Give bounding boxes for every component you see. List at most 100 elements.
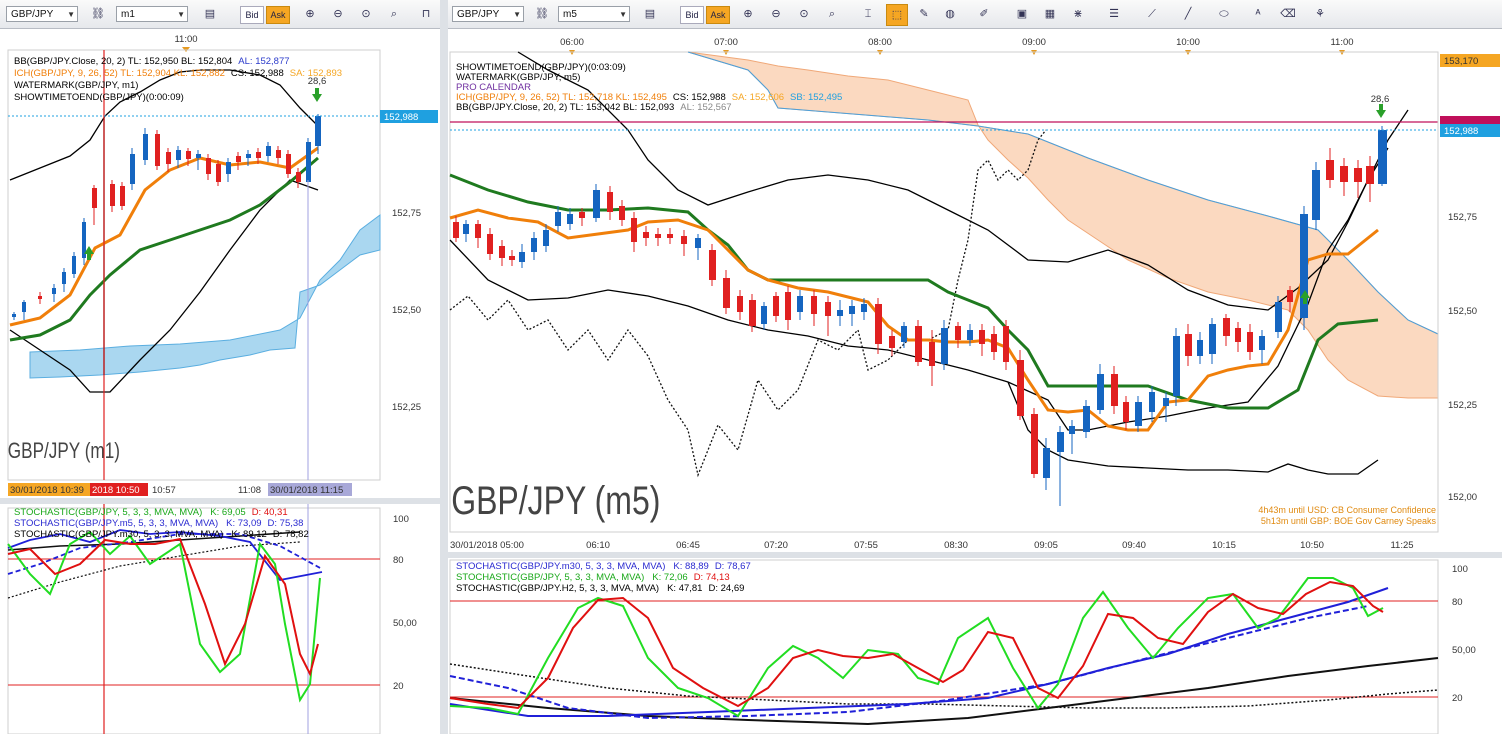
bid-button[interactable]: Bid xyxy=(240,6,264,24)
trendline-icon[interactable]: ⟋ xyxy=(1142,4,1162,24)
ellipse-icon[interactable]: ⬭ xyxy=(1214,4,1234,24)
price-axis-label: 152,25 xyxy=(1448,400,1477,411)
chart-type-icon[interactable]: ▤ xyxy=(200,4,220,24)
date-tag-label: 2018 10:50 xyxy=(92,485,140,496)
svg-text:09:00: 09:00 xyxy=(1022,37,1046,48)
arrow-label: 28,6 xyxy=(1371,94,1390,105)
svg-text:11:00: 11:00 xyxy=(1330,37,1353,48)
plot-frame xyxy=(7,49,381,481)
stoch-axis-label: 50,00 xyxy=(393,618,417,629)
watermark: GBP/JPY (m5) xyxy=(451,478,660,523)
m1-legend: BB(GBP/JPY.Close, 20, 2) TL: 152,950 BL:… xyxy=(14,56,342,103)
vertical-splitter[interactable] xyxy=(440,0,448,734)
zoom-out-icon[interactable]: ⊖ xyxy=(328,4,348,24)
zoom-fit-icon[interactable]: ⊙ xyxy=(356,4,376,24)
symbol-label: GBP/JPY xyxy=(457,9,500,20)
price-axis-label: 152,25 xyxy=(392,402,421,413)
price-axis-label: 152,00 xyxy=(1448,492,1477,503)
legend-bb: BB(GBP/JPY.Close, 20, 2) TL: 153,042 BL:… xyxy=(456,102,732,113)
stoch-legend-1: STOCHASTIC(GBP/JPY, 5, 3, 3, MVA, MVA) K:… xyxy=(14,507,288,518)
svg-text:06:00: 06:00 xyxy=(560,37,584,48)
ask-button[interactable]: Ask xyxy=(266,6,290,24)
lines-icon[interactable]: ☰ xyxy=(1104,4,1124,24)
timeframe-select[interactable]: m5 ▼ xyxy=(558,6,630,22)
symbol-label: GBP/JPY xyxy=(11,9,54,20)
m1-stochastic-panel[interactable]: STOCHASTIC(GBP/JPY, 5, 3, 3, MVA, MVA) K:… xyxy=(0,504,440,734)
tool-icon[interactable]: ✎ xyxy=(914,4,934,24)
chikou-span-line xyxy=(449,129,1047,478)
ruler-icon[interactable]: ✐ xyxy=(974,4,994,24)
m5-price-chart[interactable]: 06:00 07:00 08:00 09:00 10:00 11:00 28,6… xyxy=(448,30,1502,552)
zoom-out-icon[interactable]: ⊖ xyxy=(766,4,786,24)
link-icon[interactable]: ⛓ xyxy=(88,4,108,24)
price-axis-label: 152,75 xyxy=(1448,212,1477,223)
svg-text:30/01/2018 05:00: 30/01/2018 05:00 xyxy=(450,540,524,551)
crosshair-icon[interactable]: ⌶ xyxy=(858,4,878,24)
link-icon[interactable]: ⛓ xyxy=(532,4,552,24)
svg-text:07:20: 07:20 xyxy=(764,540,788,551)
sell-arrow-icon xyxy=(1376,104,1386,118)
ichimoku-kijun-line xyxy=(9,156,319,342)
svg-text:09:40: 09:40 xyxy=(1122,540,1146,551)
symbol-select[interactable]: GBP/JPY ▼ xyxy=(6,6,78,22)
time-axis: 30/01/2018 05:00 06:10 06:45 07:20 07:55… xyxy=(450,540,1414,551)
zoom-in-icon[interactable]: ⊕ xyxy=(300,4,320,24)
text-icon[interactable]: ᴬ xyxy=(1248,4,1268,24)
objects-icon[interactable]: ⚘ xyxy=(1310,4,1330,24)
svg-text:06:10: 06:10 xyxy=(586,540,610,551)
chevron-down-icon: ▼ xyxy=(67,10,75,19)
ask-button[interactable]: Ask xyxy=(706,6,730,24)
eraser-icon[interactable]: ⌫ xyxy=(1278,4,1298,24)
template-icon[interactable]: ▦ xyxy=(1040,4,1060,24)
svg-text:06:45: 06:45 xyxy=(676,540,700,551)
chevron-down-icon: ▼ xyxy=(177,10,185,19)
symbol-select[interactable]: GBP/JPY ▼ xyxy=(452,6,524,22)
search-icon[interactable]: ⌕ xyxy=(822,4,842,24)
m1-price-chart[interactable]: 11:00 28,6 BB(GBP/JPY.Close, 20, 2) TL: … xyxy=(0,30,440,498)
date-tag-label: 30/01/2018 10:39 xyxy=(10,485,84,496)
stoch-axis-label: 80 xyxy=(1452,597,1463,608)
timeframe-select[interactable]: m1 ▼ xyxy=(116,6,188,22)
calendar-event: 4h43m until USD: CB Consumer Confidence xyxy=(1258,505,1436,515)
stoch-axis-label: 100 xyxy=(1452,564,1468,575)
svg-text:08:00: 08:00 xyxy=(868,37,892,48)
zoom-in-icon[interactable]: ⊕ xyxy=(738,4,758,24)
svg-text:07:00: 07:00 xyxy=(714,37,738,48)
date-tag-label: 30/01/2018 11:15 xyxy=(270,485,343,496)
price-axis-label: 152,50 xyxy=(392,305,421,316)
svg-text:10:50: 10:50 xyxy=(1300,540,1324,551)
price-tag-label: 153,170 xyxy=(1444,56,1478,67)
left-toolbar: GBP/JPY ▼ ⛓ m1 ▼ ▤ Bid Ask ⊕ ⊖ ⊙ ⌕ ⊓ xyxy=(0,0,440,29)
stoch-legend-2: STOCHASTIC(GBP/JPY.m5, 5, 3, 3, MVA, MVA… xyxy=(14,518,303,529)
chevron-down-icon: ▼ xyxy=(619,10,627,19)
price-tag-label: 152,988 xyxy=(384,112,418,123)
time-axis-label: 11:08 xyxy=(238,485,261,496)
stoch-legend-2: STOCHASTIC(GBP/JPY, 5, 3, 3, MVA, MVA) K:… xyxy=(456,572,730,583)
chart-type-icon[interactable]: ▤ xyxy=(640,4,660,24)
time-header: 11:00 xyxy=(174,34,197,45)
ichimoku-cloud xyxy=(687,51,1439,399)
m5-stochastic-panel[interactable]: STOCHASTIC(GBP/JPY.m30, 5, 3, 3, MVA, MV… xyxy=(448,558,1502,734)
fib-icon[interactable]: ⋇ xyxy=(1068,4,1088,24)
legend-watermark: WATERMARK(GBP/JPY, m1) xyxy=(14,80,138,91)
maximize-icon[interactable]: ⊓ xyxy=(416,4,436,24)
line-icon[interactable]: ╱ xyxy=(1178,4,1198,24)
legend-timetoend: SHOWTIMETOEND(GBP/JPY)(0:00:09) xyxy=(14,92,184,103)
watermark: GBP/JPY (m1) xyxy=(8,439,120,464)
sell-arrow-icon xyxy=(312,88,322,102)
price-tag-label: 152,988 xyxy=(1444,126,1478,137)
search-icon[interactable]: ⌕ xyxy=(384,4,404,24)
plot-frame xyxy=(7,507,381,734)
timeframe-label: m1 xyxy=(121,9,135,20)
ichimoku-tenkan-line xyxy=(9,146,319,327)
stoch-legend: STOCHASTIC(GBP/JPY.m30, 5, 3, 3, MVA, MV… xyxy=(456,561,751,594)
globe-icon[interactable]: ◍ xyxy=(940,4,960,24)
stoch-legend: STOCHASTIC(GBP/JPY, 5, 3, 3, MVA, MVA) K:… xyxy=(14,507,309,540)
zoom-fit-icon[interactable]: ⊙ xyxy=(794,4,814,24)
price-axis-label: 152,75 xyxy=(392,208,421,219)
image-icon[interactable]: ▣ xyxy=(1012,4,1032,24)
cursor-icon[interactable]: ⬚ xyxy=(886,4,908,26)
price-axis-label: 152,50 xyxy=(1448,306,1477,317)
calendar-event: 5h13m until GBP: BOE Gov Carney Speaks xyxy=(1261,516,1437,526)
bid-button[interactable]: Bid xyxy=(680,6,704,24)
